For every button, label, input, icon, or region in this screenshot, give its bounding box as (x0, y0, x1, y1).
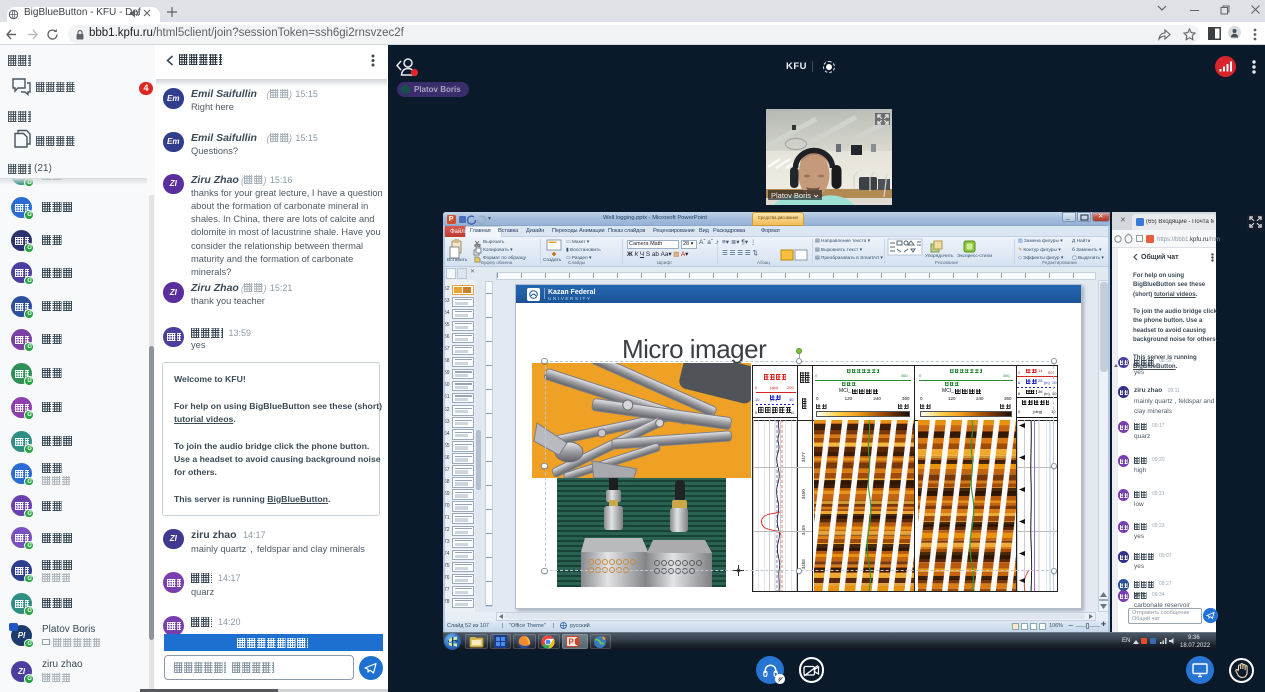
svg-text:P: P (569, 638, 575, 647)
